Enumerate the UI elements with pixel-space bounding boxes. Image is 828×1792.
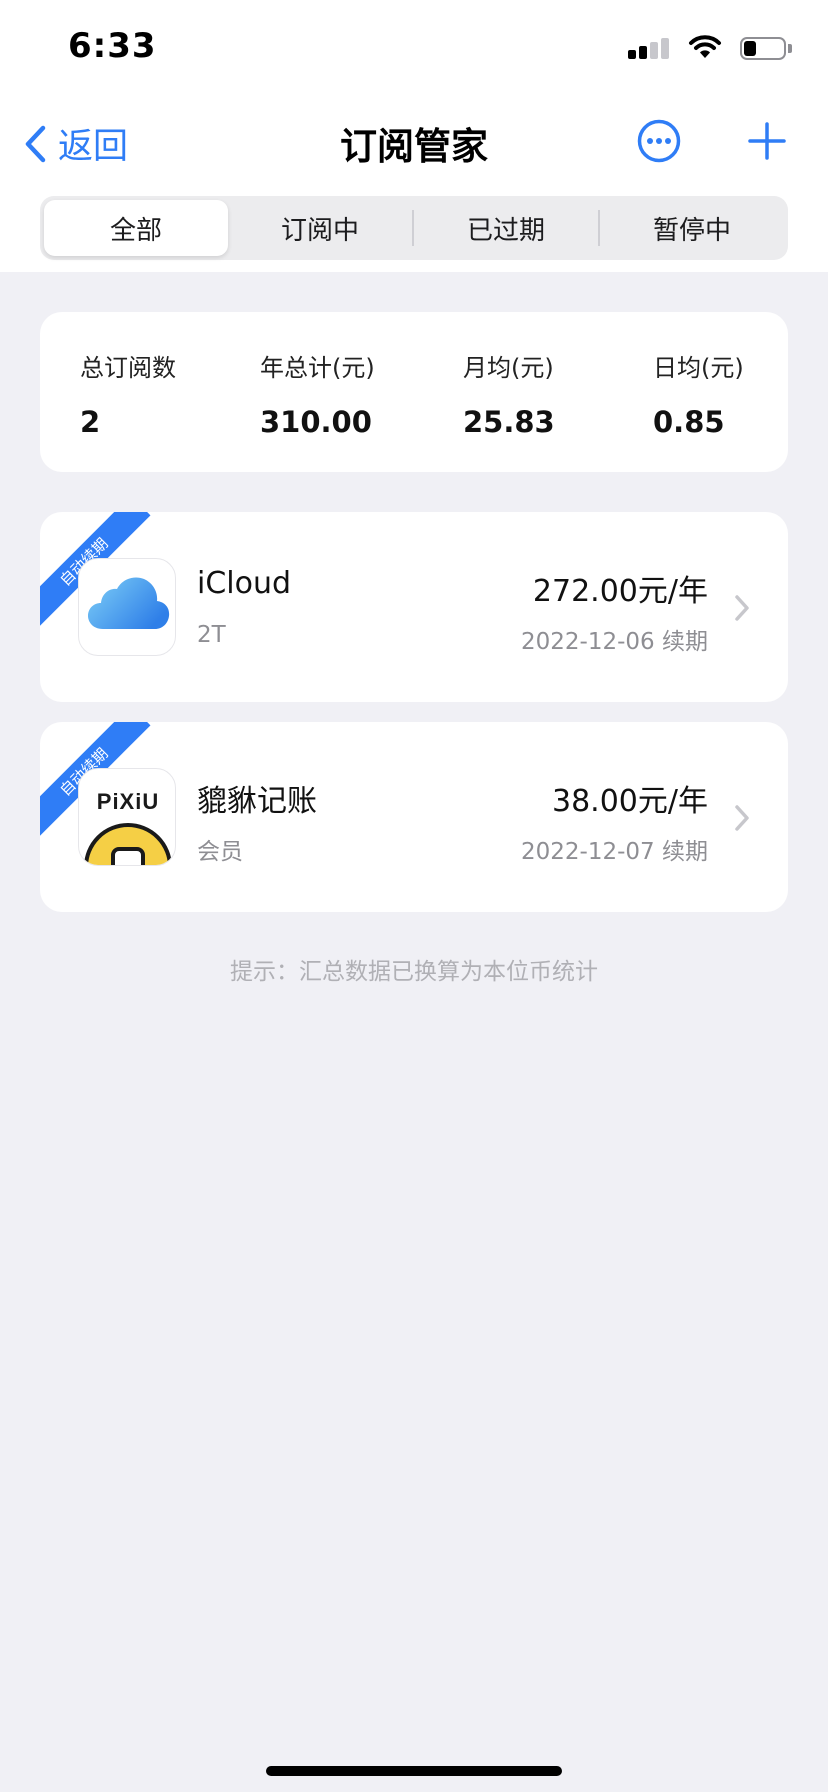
cloud-icon xyxy=(88,577,170,629)
add-button[interactable] xyxy=(747,121,787,165)
tab-all[interactable]: 全部 xyxy=(44,200,228,256)
subscription-manager-screen: 6:33 返回 订阅管家 全部 订阅中 已过期 暂停中 总订阅数 2 年总计(元… xyxy=(0,0,828,1792)
subscription-price: 272.00元/年 xyxy=(532,574,708,609)
pixiu-logo-icon: PiXiU xyxy=(84,789,172,865)
subscription-plan: 2T xyxy=(197,622,226,648)
tab-paused[interactable]: 暂停中 xyxy=(600,200,784,256)
stat-value: 310.00 xyxy=(260,405,372,439)
battery-level xyxy=(744,41,756,56)
wifi-icon xyxy=(689,35,721,58)
stat-value: 2 xyxy=(80,405,101,439)
subscription-card-icloud[interactable]: 自动续期 iCloud 2T 272.00元/年 2022-12-06 续期 xyxy=(40,512,788,702)
battery-icon xyxy=(740,37,786,60)
subscription-name: 貔貅记账 xyxy=(197,784,317,819)
stat-label: 月均(元) xyxy=(463,354,554,382)
stat-value: 0.85 xyxy=(653,405,725,439)
header-area: 6:33 返回 订阅管家 全部 订阅中 已过期 暂停中 xyxy=(0,0,828,272)
status-time: 6:33 xyxy=(68,26,157,66)
subscription-plan: 会员 xyxy=(197,839,243,865)
plus-icon xyxy=(748,122,786,160)
subscription-price: 38.00元/年 xyxy=(552,784,708,819)
tab-expired[interactable]: 已过期 xyxy=(414,200,598,256)
pixiu-logo-text: PiXiU xyxy=(97,789,159,814)
chevron-right-icon xyxy=(735,595,749,621)
stat-label: 总订阅数 xyxy=(80,354,176,382)
stat-label: 年总计(元) xyxy=(260,354,375,382)
stat-label: 日均(元) xyxy=(653,354,744,382)
status-icons xyxy=(628,34,798,64)
stat-monthly-avg: 月均(元) 25.83 xyxy=(463,348,555,439)
pixiu-app-icon: PiXiU xyxy=(78,768,176,866)
stat-total-count: 总订阅数 2 xyxy=(80,348,176,439)
stat-daily-avg: 日均(元) 0.85 xyxy=(653,348,744,439)
more-options-icon xyxy=(637,119,681,163)
subscription-name: iCloud xyxy=(197,566,292,601)
summary-tip: 提示：汇总数据已换算为本位币统计 xyxy=(230,959,598,985)
stat-yearly-total: 年总计(元) 310.00 xyxy=(260,348,375,439)
signal-bar-2 xyxy=(639,46,647,59)
stat-value: 25.83 xyxy=(463,405,555,439)
filter-segmented-control: 全部 订阅中 已过期 暂停中 xyxy=(40,196,788,260)
chevron-right-icon xyxy=(735,805,749,831)
signal-bar-4 xyxy=(661,38,669,59)
home-indicator xyxy=(266,1766,562,1776)
tab-active[interactable]: 订阅中 xyxy=(228,200,412,256)
page-title: 订阅管家 xyxy=(340,125,488,168)
more-button[interactable] xyxy=(637,119,681,167)
renewal-date: 2022-12-07 续期 xyxy=(521,839,708,865)
summary-card: 总订阅数 2 年总计(元) 310.00 月均(元) 25.83 日均(元) 0… xyxy=(40,312,788,472)
battery-tip xyxy=(788,44,792,53)
subscription-card-pixiu[interactable]: 自动续期 PiXiU 貔貅记账 会员 38.00元/年 2022-12-07 续… xyxy=(40,722,788,912)
renewal-date: 2022-12-06 续期 xyxy=(521,629,708,655)
icloud-icon xyxy=(78,558,176,656)
signal-bar-1 xyxy=(628,50,636,59)
signal-bar-3 xyxy=(650,42,658,59)
